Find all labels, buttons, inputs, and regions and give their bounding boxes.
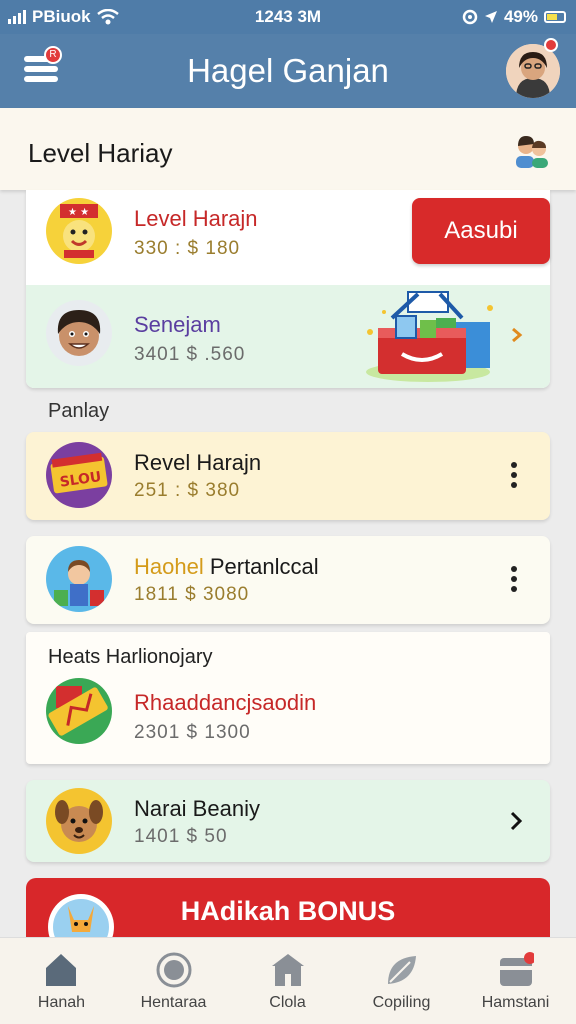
tab-copiling[interactable]: Copiling [344,938,459,1024]
gift-basket-illustration [366,291,493,382]
store-icon [272,954,304,986]
tab-hamstani[interactable]: Hamstani [458,938,573,1024]
svg-text:★ ★: ★ ★ [68,207,89,218]
tab-hentaraa[interactable]: Hentaraa [116,938,231,1024]
tab-label: Copiling [372,994,431,1011]
kid-with-gifts-icon [46,546,112,612]
top-card-action-button[interactable]: Aasubi [412,198,550,264]
battery-icon [544,11,566,23]
location-icon [484,11,497,23]
avatar-notification-dot [544,38,558,52]
profile-avatar[interactable] [506,44,560,98]
item-title: Narai Beaniy [134,796,260,821]
tab-bar: Hanah Hentaraa Clola Copiling Hamstani [0,937,576,1024]
trophy-icon: ★ ★ [46,198,112,264]
sub-header-title: Level Hariay [28,138,173,168]
item-value: 1811 $ 3080 [134,584,250,605]
tab-label: Hanah [37,994,86,1011]
item-value: 1401 $ 50 [134,826,228,847]
sale-tag-icon: SLOU [46,442,112,508]
wallet-icon [500,952,534,986]
featured-card-title: Senejam [134,312,221,337]
circle-icon [156,952,192,988]
tab-clola[interactable]: Clola [230,938,345,1024]
app-bar: R Hagel Ganjan [0,34,576,108]
app-title: Hagel Ganjan [187,52,389,89]
home-icon [46,954,76,986]
people-icon[interactable] [512,132,552,172]
chevron-right-icon[interactable] [510,326,524,344]
list-item[interactable]: Narai Beaniy 1401 $ 50 [26,780,550,862]
tab-label: Hamstani [481,994,550,1011]
section-label-1: Panlay [48,400,110,422]
list-item[interactable]: SLOU Revel Harajn 251 : $ 380 [26,432,550,520]
tab-home[interactable]: Hanah [4,938,119,1024]
top-card-value: 330 : $ 180 [134,238,241,259]
section-label-2: Heats Harlionojary [48,646,213,668]
puppy-icon [46,788,112,854]
avatar-image [506,44,560,98]
tab-label: Hentaraa [140,994,207,1011]
bonus-mascot-icon [46,892,116,937]
item-title: Revel Harajn [134,450,262,475]
tab-label: Clola [269,994,306,1011]
status-bar: PBiuok 1243 3M 49% [0,0,576,34]
leaf-icon [388,956,416,984]
more-options-icon[interactable] [510,566,518,594]
top-card-title: Level Harajn [134,206,258,231]
more-options-icon[interactable] [510,462,518,490]
featured-card-value: 3401 $ .560 [134,344,246,365]
item-value: 2301 $ 1300 [134,722,251,743]
chevron-right-icon[interactable] [508,810,524,832]
person-avatar-icon [46,300,112,366]
item-value: 251 : $ 380 [134,480,241,501]
alarm-icon [462,9,478,25]
list-item[interactable]: Haohel Pertanlccal 1811 $ 3080 [26,536,550,624]
battery-percent: 49% [503,7,538,26]
item-title-highlight: Haohel [134,554,204,579]
item-title: Haohel Pertanlccal [134,554,319,580]
sub-header: Level Hariay [0,108,576,190]
item-title-rest: Pertanlccal [203,554,319,579]
ticket-icon[interactable] [46,678,112,744]
item-title: Rhaaddancjsaodin [134,690,317,715]
